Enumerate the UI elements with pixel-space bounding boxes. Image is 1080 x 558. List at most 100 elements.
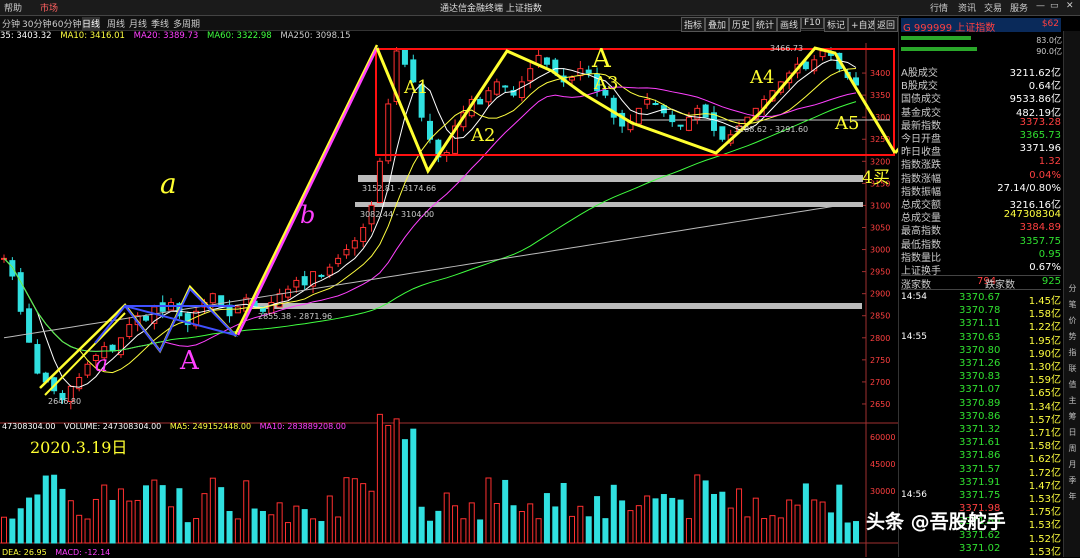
label-A2: A2	[470, 125, 495, 146]
volume-bar	[234, 518, 241, 544]
quote-row-value: 3365.73	[1019, 130, 1061, 141]
period-minute[interactable]: 分钟	[2, 17, 20, 30]
volume-bar	[401, 439, 408, 544]
tick-row: 3371.61 1.58亿	[901, 437, 1061, 452]
maximize-icon[interactable]: ▭	[1050, 1, 1059, 11]
price-tick-label: 3000	[870, 246, 890, 255]
candle-body	[343, 249, 350, 256]
side-tab[interactable]: 值	[1064, 377, 1080, 393]
back-button[interactable]: 返回	[874, 17, 898, 32]
volume-bar	[326, 495, 333, 544]
volume-bar	[418, 506, 425, 544]
volume-bar	[393, 418, 400, 544]
volume-bar	[577, 505, 584, 544]
volume-bar	[76, 514, 83, 544]
title-bar: 帮助 市场 通达信金融终端 上证指数 行情 资讯 交易 服务 — ▭ ✕	[0, 0, 1080, 16]
volume-bar	[510, 505, 517, 544]
quote-row: 总成交额 3216.16亿	[901, 196, 1061, 211]
menu-quotes[interactable]: 行情	[930, 1, 948, 14]
side-tab[interactable]: 年	[1064, 489, 1080, 505]
ma250-value: MA250: 3098.15	[280, 31, 351, 41]
side-tab[interactable]: 日	[1064, 425, 1080, 441]
stats-button[interactable]: 统计	[753, 17, 778, 32]
menu-trade[interactable]: 交易	[984, 1, 1002, 14]
label-A-top: A	[591, 44, 612, 74]
side-tab[interactable]: 筹	[1064, 409, 1080, 425]
watermark-text: 头条 @吾股舵手	[866, 511, 1006, 533]
side-tab[interactable]: 势	[1064, 329, 1080, 345]
volume-prev: 47308304.00	[2, 422, 55, 431]
tick-row: 3371.07 1.65亿	[901, 384, 1061, 399]
side-tab[interactable]: 月	[1064, 457, 1080, 473]
price-tick-label: 2800	[870, 334, 890, 343]
tick-row: 3371.02 1.53亿	[901, 542, 1061, 558]
mark-button[interactable]: 标记	[824, 17, 849, 32]
tick-row: 14:55 3370.63 1.95亿	[901, 332, 1061, 347]
side-tab[interactable]: 分	[1064, 281, 1080, 297]
tick-row: 3370.78 1.58亿	[901, 305, 1061, 320]
candle-body	[34, 344, 41, 374]
volume-bar	[719, 491, 726, 544]
side-tab[interactable]: 笔	[1064, 297, 1080, 313]
side-tab[interactable]: 周	[1064, 441, 1080, 457]
quote-row: 国债成交 9533.86亿	[901, 90, 1061, 105]
tick-price: 3370.80	[959, 344, 1001, 356]
side-tab[interactable]: 联	[1064, 361, 1080, 377]
period-multi[interactable]: 多周期	[173, 17, 200, 30]
tick-price: 3371.26	[959, 358, 1001, 369]
side-tab[interactable]: 指	[1064, 345, 1080, 361]
support-zones	[252, 119, 890, 309]
kline-chart[interactable]: 3400335033003250320031503100305030002950…	[0, 43, 898, 557]
menu-help[interactable]: 帮助	[4, 1, 22, 14]
quote-row: 指数涨幅 0.04%	[901, 170, 1061, 185]
volume-bar	[761, 518, 768, 544]
volume-bar	[376, 413, 383, 544]
quote-row: 最新指数 3373.28	[901, 117, 1061, 132]
period-month[interactable]: 月线	[129, 17, 147, 30]
menu-service[interactable]: 服务	[1010, 1, 1028, 14]
volume-bar	[318, 521, 325, 544]
volume-bar	[836, 484, 843, 544]
tick-price: 3371.02	[959, 542, 1001, 554]
volume-bar	[101, 484, 108, 544]
f10-button[interactable]: F10	[801, 17, 824, 29]
tick-price: 3370.83	[959, 371, 1001, 383]
volume-bar	[151, 479, 158, 544]
indicator-button[interactable]: 指标	[681, 17, 706, 32]
period-quarter[interactable]: 季线	[151, 17, 169, 30]
volume-bar	[627, 510, 634, 544]
period-day[interactable]: 日线	[82, 17, 101, 30]
volume-bar	[786, 499, 793, 544]
menu-news[interactable]: 资讯	[958, 1, 976, 14]
up-count-label: 涨家数	[901, 280, 931, 291]
volume-tick-label: 45000	[870, 460, 895, 469]
history-button[interactable]: 历史	[729, 17, 754, 32]
candle-body	[569, 76, 575, 81]
period-60min[interactable]: 60分钟	[52, 17, 81, 30]
side-tab[interactable]: 主	[1064, 393, 1080, 409]
volume-bar	[694, 474, 701, 544]
period-30min[interactable]: 30分钟	[22, 17, 51, 30]
quote-header[interactable]: G 999999 上证指数 $62	[901, 18, 1061, 34]
quote-row-value: 3371.96	[1019, 143, 1061, 155]
tick-price: 3370.86	[959, 410, 1001, 422]
candle-body	[326, 266, 333, 276]
draw-button[interactable]: 画线	[777, 17, 802, 32]
tick-price: 3370.67	[959, 292, 1001, 303]
menu-market[interactable]: 市场	[40, 1, 58, 14]
period-week[interactable]: 周线	[107, 17, 125, 30]
quote-row: 今日开盘 3365.73	[901, 130, 1061, 145]
zone2-label: 3082.44 - 3104.00	[360, 210, 434, 219]
tick-row: 3371.57 1.72亿	[901, 464, 1061, 479]
close-icon[interactable]: ✕	[1066, 1, 1074, 11]
side-tab[interactable]: 季	[1064, 473, 1080, 489]
volume-bar	[619, 500, 626, 544]
volume-bar	[543, 493, 550, 544]
tick-row: 3370.86 1.57亿	[901, 410, 1061, 426]
label-b: b	[300, 201, 315, 229]
ma-price: 35: 3403.32	[0, 31, 52, 41]
overlay-button[interactable]: 叠加	[705, 17, 730, 32]
side-tab[interactable]: 价	[1064, 313, 1080, 329]
volume-bar	[652, 498, 659, 544]
minimize-icon[interactable]: —	[1036, 1, 1045, 11]
